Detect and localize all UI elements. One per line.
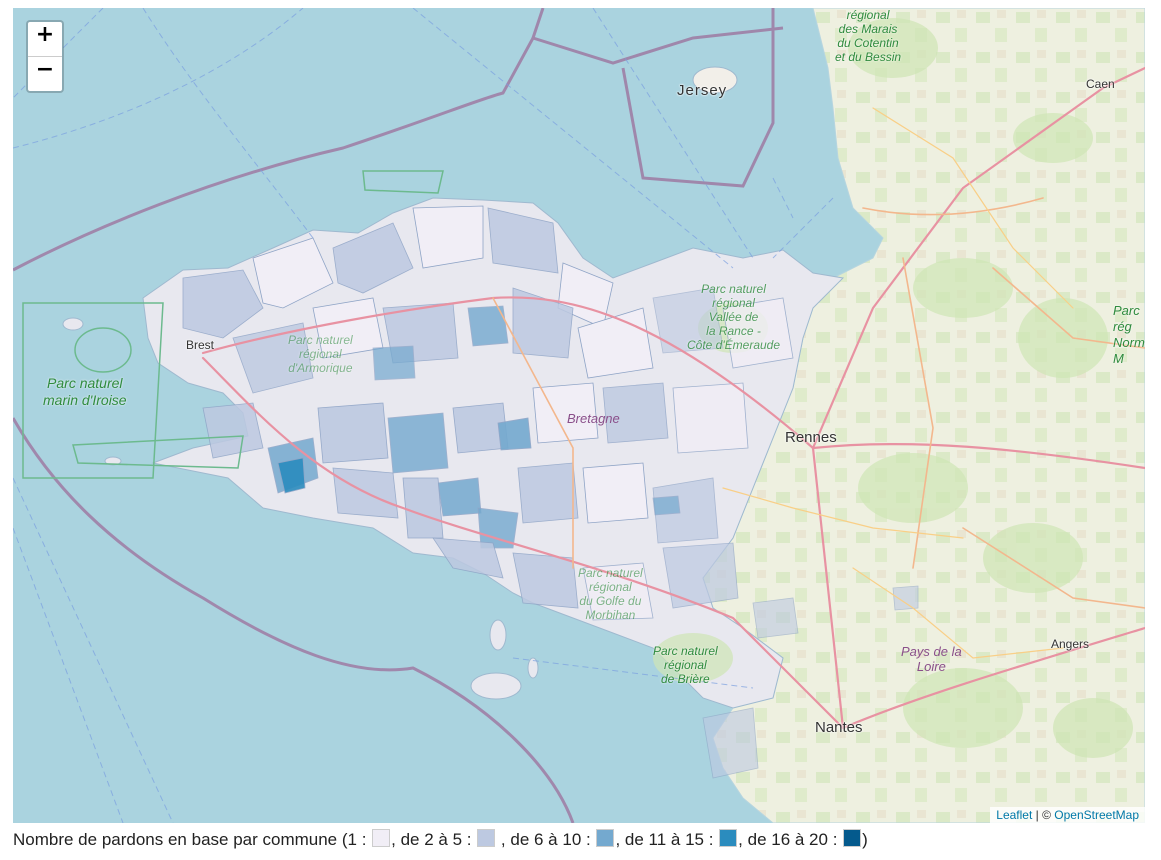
openstreetmap-link[interactable]: OpenStreetMap (1054, 808, 1139, 822)
legend-swatch-6-10 (596, 829, 615, 847)
legend-prefix: Nombre de pardons en base par commune (1… (13, 830, 372, 849)
label-park-perche-line3: Norm (1113, 335, 1145, 350)
label-bretagne: Bretagne (567, 411, 620, 426)
label-park-rance: Parc naturel régional Vallée de la Rance… (687, 282, 780, 352)
label-rennes: Rennes (785, 429, 837, 446)
legend-label-6-10: , de 6 à 10 : (496, 830, 596, 849)
label-caen: Caen (1086, 77, 1115, 91)
label-park-perche: Parc rég Norm M (1113, 303, 1145, 367)
legend-swatch-1 (372, 829, 391, 847)
legend-label-11-15: , de 11 à 15 : (615, 830, 719, 849)
label-park-armorique: Parc naturel régional d'Armorique (288, 333, 353, 375)
label-park-marais-line3: du Cotentin (837, 36, 899, 50)
label-park-rance-line4: la Rance - (706, 324, 761, 338)
zoom-control: + − (26, 20, 64, 93)
label-park-morbihan-line3: du Golfe du (579, 594, 642, 608)
label-nantes: Nantes (815, 719, 863, 736)
label-park-marais-line2: des Marais (838, 22, 898, 36)
legend-swatch-11-15 (719, 829, 738, 847)
legend-label-2-5: , de 2 à 5 : (391, 830, 477, 849)
label-park-briere-line3: de Brière (661, 672, 710, 686)
label-park-perche-line1: Parc (1113, 303, 1140, 318)
label-park-morbihan: Parc naturel régional du Golfe du Morbih… (578, 566, 643, 622)
label-park-armorique-line1: Parc naturel (288, 333, 353, 347)
label-pays-de-la-loire-line1: Pays de la (901, 644, 962, 659)
label-park-iroise-line1: Parc naturel (47, 375, 123, 391)
label-park-rance-line1: Parc naturel (701, 282, 766, 296)
label-park-rance-line2: régional (712, 296, 755, 310)
zoom-out-button[interactable]: − (28, 56, 62, 91)
label-jersey: Jersey (677, 82, 728, 99)
legend-suffix: ) (862, 830, 868, 849)
leaflet-link[interactable]: Leaflet (996, 808, 1032, 822)
label-park-rance-line3: Vallée de (708, 310, 759, 324)
legend-label-16-20: , de 16 à 20 : (738, 830, 843, 849)
attribution-separator: | © (1032, 808, 1055, 822)
label-park-armorique-line2: régional (299, 347, 342, 361)
map-legend: Nombre de pardons en base par commune (1… (13, 829, 868, 850)
map-attribution: Leaflet | © OpenStreetMap (990, 807, 1145, 823)
label-park-marais-line1: régional (846, 8, 890, 22)
label-angers: Angers (1051, 637, 1090, 651)
label-park-iroise-line2: marin d'Iroise (43, 392, 127, 408)
label-park-morbihan-line2: régional (589, 580, 632, 594)
label-park-briere-line1: Parc naturel (653, 644, 718, 658)
legend-swatch-2-5 (477, 829, 496, 847)
label-pays-de-la-loire-line2: Loire (916, 659, 946, 674)
label-park-briere-line2: régional (664, 658, 707, 672)
label-brest: Brest (186, 338, 215, 352)
label-park-morbihan-line1: Parc naturel (578, 566, 643, 580)
label-park-perche-line2: rég (1113, 319, 1132, 334)
legend-swatch-16-20 (843, 829, 862, 847)
label-park-marais-line4: et du Bessin (835, 50, 902, 64)
label-park-armorique-line3: d'Armorique (288, 361, 353, 375)
map-container[interactable]: Jersey Caen Brest Rennes Nantes Angers B… (13, 8, 1145, 823)
label-park-rance-line5: Côte d'Émeraude (687, 338, 781, 352)
label-park-iroise: Parc naturel marin d'Iroise (43, 375, 127, 409)
label-park-perche-line4: M (1113, 351, 1124, 366)
label-park-briere: Parc naturel régional de Brière (653, 644, 718, 686)
label-park-morbihan-line4: Morbihan (585, 608, 636, 622)
zoom-in-button[interactable]: + (28, 22, 62, 56)
label-park-marais: régional des Marais du Cotentin et du Be… (835, 8, 901, 64)
label-pays-de-la-loire: Pays de la Loire (901, 644, 962, 674)
